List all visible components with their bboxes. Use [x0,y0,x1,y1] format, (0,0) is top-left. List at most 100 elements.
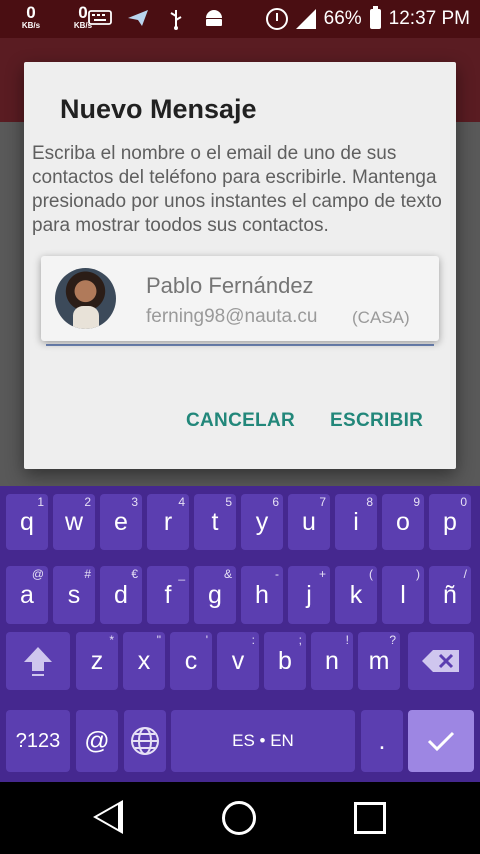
key-hint: @ [31,567,44,581]
key-z[interactable]: z * [76,632,118,690]
key-label: d [114,580,128,609]
language-key[interactable] [124,710,166,772]
status-bar: 0 KB/s 0 KB/s 66% 12:37 PM [0,0,480,38]
key-hint: 9 [413,495,420,509]
contact-input-underline[interactable] [46,344,434,346]
enter-key[interactable] [408,710,474,772]
key-label: o [396,507,410,536]
key-hint: ! [345,633,349,647]
key-w[interactable]: w2 [53,494,95,550]
key-hint: - [275,567,279,581]
key-hint: ( [369,567,373,581]
key-hint: 6 [272,495,279,509]
key-hint: ' [205,633,208,647]
key-label: u [302,507,316,536]
shift-key[interactable] [6,632,70,690]
key-label: f [164,580,172,609]
shift-icon [24,647,52,676]
battery-charging-icon [369,6,381,29]
key-label: p [443,507,457,536]
key-label: i [353,507,359,536]
key-hint: " [156,633,161,647]
key-c[interactable]: c ' [170,632,212,690]
usb-icon [164,8,188,30]
key-hint: * [109,633,114,647]
backspace-key[interactable] [408,632,474,690]
key-j[interactable]: j + [288,566,330,624]
key-hint: ; [298,633,302,647]
key-label: m [368,646,390,675]
key-label: c [184,646,198,675]
key-v[interactable]: v: [217,632,259,690]
key-label: a [20,580,34,609]
contact-name: Pablo Fernández [146,273,314,298]
key-label: s [67,580,81,609]
key-o[interactable]: o9 [382,494,424,550]
backspace-icon [422,650,459,672]
key-g[interactable]: g & [194,566,236,624]
key-p[interactable]: p0 [429,494,471,550]
key-t[interactable]: t5 [194,494,236,550]
key-label: n [325,646,339,675]
key-l[interactable]: l) [382,566,424,624]
period-key[interactable]: . [361,710,403,772]
key-b[interactable]: b; [264,632,306,690]
key-y[interactable]: y6 [241,494,283,550]
key-label: h [255,580,269,609]
net-down-speed: 0 KB/s [12,4,50,30]
symbols-key[interactable]: ?123 [6,710,70,772]
key-k[interactable]: k( [335,566,377,624]
key-label: x [137,646,151,675]
key-u[interactable]: u7 [288,494,330,550]
write-button[interactable]: ESCRIBIR [330,410,423,432]
key-r[interactable]: r4 [147,494,189,550]
key-hint: _ [178,567,185,581]
net-down-value: 0 [26,3,36,22]
space-key[interactable]: ES • EN [171,710,355,772]
key-hint: + [318,567,326,581]
alarm-icon [265,8,288,30]
key-e[interactable]: e3 [100,494,142,550]
key-m[interactable]: m? [358,632,400,690]
key-label: e [114,507,128,536]
key-hint: 4 [178,495,185,509]
cancel-button[interactable]: CANCELAR [186,410,295,432]
soft-keyboard: ?123 @ ES • EN . q 1 w 2 e 3 r 4 t 5 y 6 u 7 i 8 o 9 p 0 a @ s… [0,486,480,782]
key-f[interactable]: f _ [147,566,189,624]
globe-icon [131,727,159,755]
key-h[interactable]: h- [241,566,283,624]
at-key[interactable]: @ [76,710,118,772]
checkmark-icon [427,731,455,752]
contact-suggestion[interactable]: Pablo Fernández ferning98@nauta.cu (CASA… [41,256,439,341]
dialog-message: Escriba el nombre o el email de uno de s… [32,143,442,236]
key-label: j [306,580,312,609]
keyboard-icon [88,8,112,30]
key-hint: 0 [460,495,467,509]
key-x[interactable]: x " [123,632,165,690]
key-i[interactable]: i8 [335,494,377,550]
key-label: v [231,646,245,675]
key-label: l [400,580,406,609]
key-s[interactable]: s # [53,566,95,624]
key-label: t [211,507,219,536]
android-icon [202,8,226,30]
battery-percent: 66% [323,8,362,29]
key-ñ[interactable]: ñ / [429,566,471,624]
contact-email-type: (CASA) [352,308,410,327]
key-label: r [163,507,173,536]
key-q[interactable]: q1 [6,494,48,550]
key-label: k [349,580,363,609]
key-hint: & [223,567,232,581]
key-hint: € [131,567,138,581]
recent-apps-icon[interactable] [354,802,386,834]
key-label: z [90,646,104,675]
navigation-bar [0,782,480,854]
send-icon [126,8,150,30]
back-icon[interactable] [93,800,123,834]
home-icon[interactable] [222,801,256,835]
key-d[interactable]: d € [100,566,142,624]
key-hint: 3 [131,495,138,509]
key-hint: 7 [319,495,326,509]
key-a[interactable]: a @ [6,566,48,624]
key-n[interactable]: n! [311,632,353,690]
